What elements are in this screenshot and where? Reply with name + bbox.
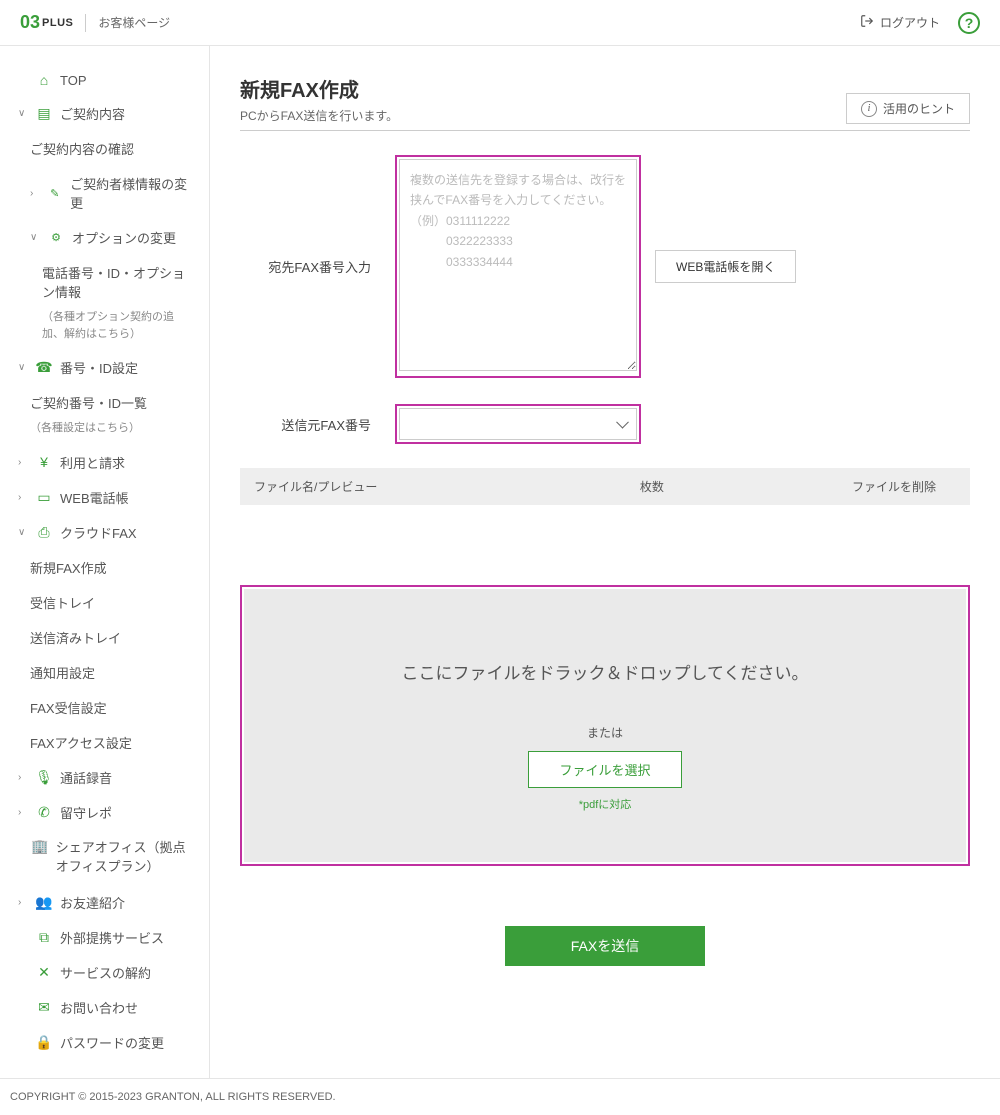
- divider: [85, 14, 86, 32]
- mic-icon: 🎙: [36, 769, 52, 786]
- dest-fax-input[interactable]: [399, 159, 637, 371]
- nav-sent[interactable]: 送信済みトレイ: [0, 620, 209, 655]
- yen-icon: ¥: [36, 454, 52, 470]
- chevron-right-icon: ›: [18, 492, 28, 503]
- hint-button[interactable]: i 活用のヒント: [846, 93, 970, 124]
- logo[interactable]: 03PLUS: [20, 12, 73, 33]
- logo-brand: 03: [20, 12, 40, 33]
- link-icon: ⧉: [36, 929, 52, 946]
- logout-label: ログアウト: [880, 14, 940, 31]
- dropzone-highlight: ここにファイルをドラック＆ドロップしてください。 または ファイルを選択 *pd…: [240, 585, 970, 866]
- nav-inbox[interactable]: 受信トレイ: [0, 585, 209, 620]
- main-content: 新規FAX作成 PCからFAX送信を行います。 i 活用のヒント 宛先FAX番号…: [210, 46, 1000, 1078]
- document-icon: ▤: [36, 105, 52, 122]
- nav-top[interactable]: ⌂TOP: [0, 64, 209, 96]
- footer: COPYRIGHT © 2015-2023 GRANTON, ALL RIGHT…: [0, 1078, 1000, 1115]
- chevron-right-icon: ›: [18, 772, 28, 783]
- logout-link[interactable]: ログアウト: [860, 14, 940, 31]
- file-table-header: ファイル名/プレビュー 枚数 ファイルを削除: [240, 468, 970, 505]
- nav-contract[interactable]: ∨▤ご契約内容: [0, 96, 209, 131]
- phone-missed-icon: ✆: [36, 804, 52, 821]
- sender-fax-select[interactable]: [399, 408, 637, 440]
- book-icon: ▭: [36, 489, 52, 506]
- nav-share-office[interactable]: 🏢シェアオフィス（拠点オフィスプラン）: [0, 830, 209, 885]
- chevron-down-icon: ∨: [18, 108, 28, 119]
- page-desc: PCからFAX送信を行います。: [240, 107, 398, 124]
- nav-contractor-change[interactable]: ›✎ご契約者様情報の変更: [0, 166, 209, 220]
- logo-suffix: PLUS: [42, 17, 73, 29]
- nav-new-fax[interactable]: 新規FAX作成: [0, 550, 209, 585]
- nav-cancel[interactable]: ✕サービスの解約: [0, 955, 209, 990]
- dropzone-or: または: [264, 724, 946, 741]
- logout-icon: [860, 14, 874, 31]
- sender-highlight: [395, 404, 641, 444]
- open-web-phonebook-button[interactable]: WEB電話帳を開く: [655, 250, 796, 283]
- chevron-right-icon: ›: [18, 457, 28, 468]
- file-dropzone[interactable]: ここにファイルをドラック＆ドロップしてください。 または ファイルを選択 *pd…: [244, 589, 966, 862]
- nav-fax-access[interactable]: FAXアクセス設定: [0, 725, 209, 760]
- nav-number-id-note: （各種設定はこちら）: [0, 420, 209, 445]
- th-filename: ファイル名/プレビュー: [254, 478, 595, 495]
- sidebar: ⌂TOP ∨▤ご契約内容 ご契約内容の確認 ›✎ご契約者様情報の変更 ∨⚙オプシ…: [0, 46, 210, 1078]
- info-icon: i: [861, 101, 877, 117]
- chevron-down-icon: ∨: [18, 527, 28, 538]
- nav-contact[interactable]: ✉お問い合わせ: [0, 990, 209, 1025]
- nav-notify[interactable]: 通知用設定: [0, 655, 209, 690]
- gear-icon: ⚙: [48, 231, 64, 244]
- dest-highlight: [395, 155, 641, 378]
- nav-billing[interactable]: ›¥利用と請求: [0, 445, 209, 480]
- nav-cloud-fax[interactable]: ∨⎙クラウドFAX: [0, 515, 209, 550]
- office-icon: 🏢: [32, 838, 48, 855]
- header-subtitle: お客様ページ: [98, 14, 170, 31]
- nav-fax-recv[interactable]: FAX受信設定: [0, 690, 209, 725]
- dropzone-note: *pdfに対応: [264, 796, 946, 812]
- nav-phone-option-note: （各種オプション契約の追加、解約はこちら）: [0, 309, 209, 350]
- copyright: COPYRIGHT © 2015-2023 GRANTON, ALL RIGHT…: [10, 1091, 336, 1103]
- nav-phone-option[interactable]: 電話番号・ID・オプション情報: [0, 255, 209, 309]
- nav-call-rec[interactable]: ›🎙通話録音: [0, 760, 209, 795]
- chevron-right-icon: ›: [18, 897, 28, 908]
- dest-label: 宛先FAX番号入力: [240, 257, 395, 276]
- nav-option-change[interactable]: ∨⚙オプションの変更: [0, 220, 209, 255]
- nav-referral[interactable]: ›👥お友達紹介: [0, 885, 209, 920]
- dropzone-text: ここにファイルをドラック＆ドロップしてください。: [264, 659, 946, 684]
- sender-label: 送信元FAX番号: [240, 415, 395, 434]
- send-fax-button[interactable]: FAXを送信: [505, 926, 705, 966]
- header: 03PLUS お客様ページ ログアウト ?: [0, 0, 1000, 46]
- nav-number-id[interactable]: ∨☎番号・ID設定: [0, 350, 209, 385]
- nav-rusu[interactable]: ›✆留守レポ: [0, 795, 209, 830]
- chevron-down-icon: ∨: [30, 232, 40, 243]
- hint-label: 活用のヒント: [883, 100, 955, 117]
- mail-icon: ✉: [36, 999, 52, 1016]
- th-pages: 枚数: [595, 478, 709, 495]
- fax-icon: ⎙: [36, 524, 52, 541]
- nav-web-book[interactable]: ›▭WEB電話帳: [0, 480, 209, 515]
- home-icon: ⌂: [36, 72, 52, 88]
- chevron-right-icon: ›: [30, 188, 39, 199]
- close-icon: ✕: [36, 964, 52, 981]
- person-icon: ✎: [47, 187, 62, 200]
- hash-icon: ☎: [36, 359, 52, 376]
- lock-icon: 🔒: [36, 1034, 52, 1051]
- chevron-right-icon: ›: [18, 807, 28, 818]
- nav-number-id-list[interactable]: ご契約番号・ID一覧: [0, 385, 209, 420]
- nav-contract-confirm[interactable]: ご契約内容の確認: [0, 131, 209, 166]
- nav-password[interactable]: 🔒パスワードの変更: [0, 1025, 209, 1060]
- page-title: 新規FAX作成: [240, 74, 398, 103]
- people-icon: 👥: [36, 894, 52, 911]
- nav-external[interactable]: ⧉外部提携サービス: [0, 920, 209, 955]
- chevron-down-icon: ∨: [18, 362, 28, 373]
- help-icon[interactable]: ?: [958, 12, 980, 34]
- select-file-button[interactable]: ファイルを選択: [528, 751, 681, 788]
- th-delete: ファイルを削除: [709, 478, 956, 495]
